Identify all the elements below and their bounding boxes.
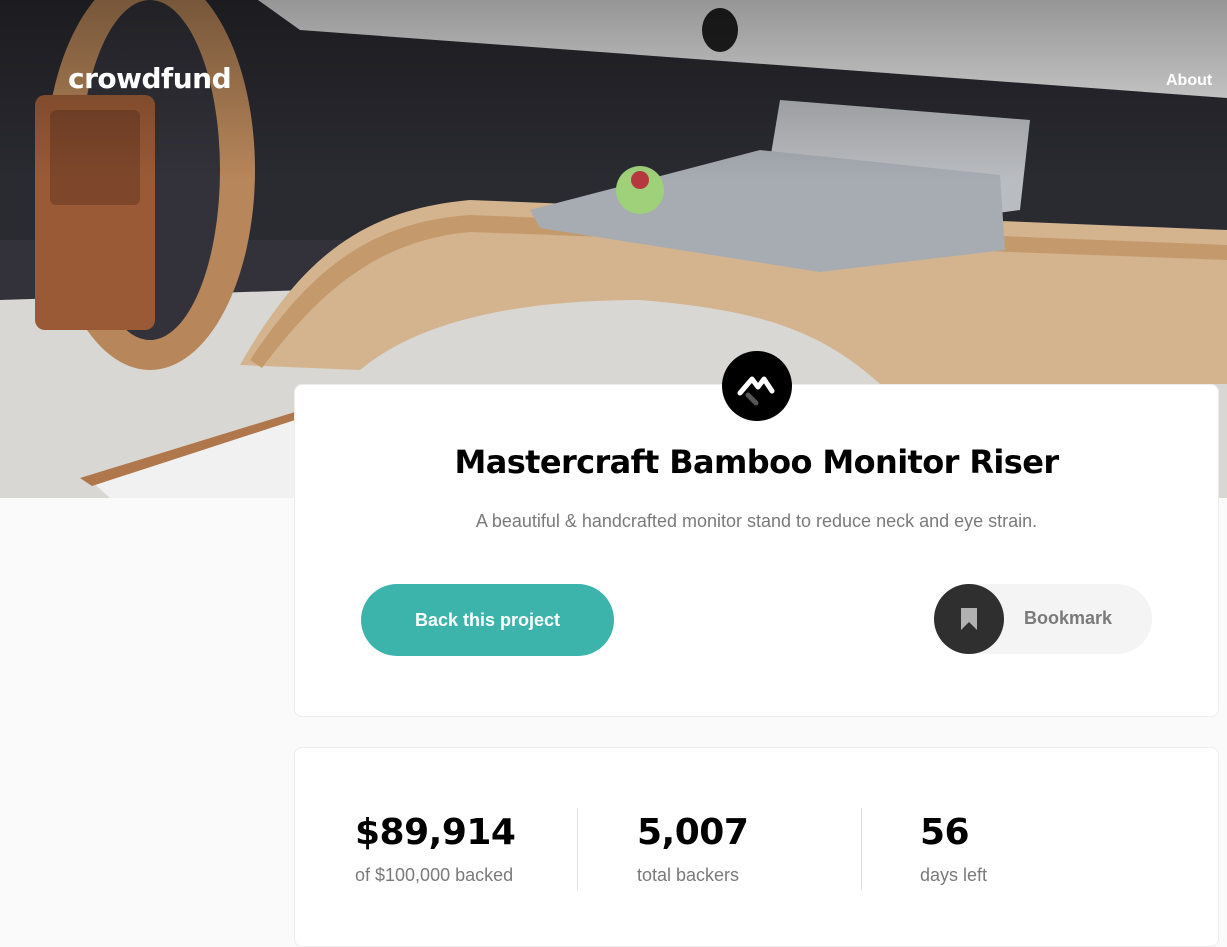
- site-logo[interactable]: crowdfund: [68, 62, 232, 95]
- stat-backers: 5,007 total backers: [637, 812, 749, 886]
- nav-about-link[interactable]: About: [1166, 72, 1212, 90]
- project-description: A beautiful & handcrafted monitor stand …: [475, 511, 1038, 531]
- stat-days-left: 56 days left: [920, 812, 987, 886]
- stat-divider: [577, 808, 578, 890]
- stat-divider: [861, 808, 862, 890]
- stat-value: 56: [920, 812, 970, 853]
- stat-label: of $100,000 backed: [355, 865, 514, 885]
- stat-backed: $89,914 of $100,000 backed: [355, 812, 516, 886]
- stat-label: days left: [920, 865, 988, 885]
- stat-label: total backers: [637, 865, 740, 885]
- stat-value: 5,007: [637, 812, 749, 853]
- bookmark-circle: [934, 584, 1004, 654]
- bookmark-button[interactable]: Bookmark: [934, 584, 1152, 654]
- stat-value: $89,914: [355, 812, 516, 853]
- project-card: [294, 384, 1219, 717]
- bookmark-icon: [961, 608, 977, 630]
- mastercraft-logo-icon: [722, 351, 792, 421]
- back-project-button[interactable]: Back this project: [361, 584, 614, 656]
- bookmark-label: Bookmark: [1024, 608, 1113, 628]
- project-title: Mastercraft Bamboo Monitor Riser: [454, 443, 1059, 481]
